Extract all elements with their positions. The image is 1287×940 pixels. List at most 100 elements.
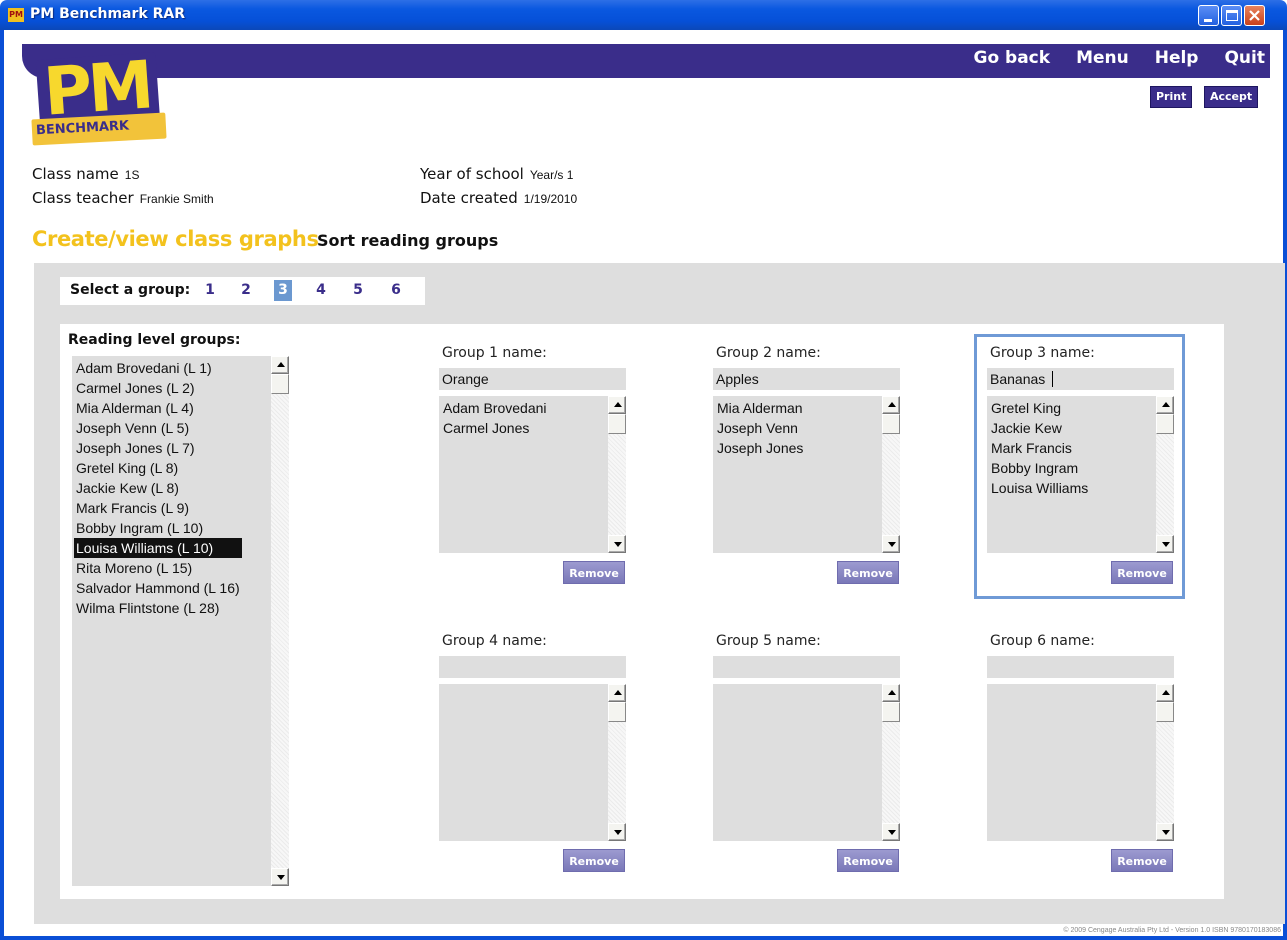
- list-item[interactable]: Joseph Jones: [715, 438, 805, 458]
- scroll-thumb[interactable]: [608, 414, 626, 434]
- group-4-member-list[interactable]: [439, 684, 626, 841]
- list-item[interactable]: Mia Alderman: [715, 398, 805, 418]
- group-number-3[interactable]: 3: [274, 280, 292, 301]
- list-item[interactable]: Jackie Kew (L 8): [74, 478, 242, 498]
- reading-level-list[interactable]: Adam Brovedani (L 1) Carmel Jones (L 2) …: [72, 356, 289, 886]
- quit-link[interactable]: Quit: [1224, 48, 1265, 68]
- list-item[interactable]: Salvador Hammond (L 16): [74, 578, 242, 598]
- group-number-6[interactable]: 6: [387, 280, 405, 301]
- vertical-scrollbar[interactable]: [608, 684, 626, 841]
- scroll-down-icon: [888, 542, 896, 547]
- list-item[interactable]: Carmel Jones: [441, 418, 549, 438]
- print-button[interactable]: Print: [1150, 86, 1193, 108]
- group-1-name-input[interactable]: Orange: [439, 368, 626, 390]
- header-nav: Go back Menu Help Quit: [973, 48, 1265, 68]
- group-3-name-label: Group 3 name:: [990, 345, 1095, 361]
- vertical-scrollbar[interactable]: [1156, 396, 1174, 553]
- scroll-thumb[interactable]: [1156, 414, 1174, 434]
- scroll-thumb[interactable]: [608, 702, 626, 722]
- scroll-down-icon: [614, 542, 622, 547]
- list-item[interactable]: Joseph Venn: [715, 418, 805, 438]
- list-item[interactable]: Joseph Jones (L 7): [74, 438, 242, 458]
- list-item[interactable]: Bobby Ingram: [989, 458, 1090, 478]
- scroll-down-button[interactable]: [882, 823, 900, 841]
- scroll-down-icon: [614, 830, 622, 835]
- tab-create-view-graphs[interactable]: Create/view class graphs: [32, 227, 319, 251]
- vertical-scrollbar[interactable]: [608, 396, 626, 553]
- group-5-name-label: Group 5 name:: [716, 633, 821, 649]
- list-item[interactable]: Louisa Williams: [989, 478, 1090, 498]
- list-item[interactable]: Mia Alderman (L 4): [74, 398, 242, 418]
- scroll-down-button[interactable]: [1156, 535, 1174, 553]
- group-5-remove-button[interactable]: Remove: [837, 849, 899, 872]
- group-1-member-list[interactable]: Adam Brovedani Carmel Jones: [439, 396, 626, 553]
- group-6-name-input[interactable]: [987, 656, 1174, 678]
- scroll-up-button[interactable]: [271, 356, 289, 374]
- tab-sort-reading-groups[interactable]: Sort reading groups: [317, 231, 498, 250]
- scroll-down-button[interactable]: [1156, 823, 1174, 841]
- group-3-name-input[interactable]: Bananas: [987, 368, 1174, 390]
- group-3-member-list[interactable]: Gretel King Jackie Kew Mark Francis Bobby I…: [987, 396, 1174, 553]
- group-2-remove-button[interactable]: Remove: [837, 561, 899, 584]
- accept-button[interactable]: Accept: [1204, 86, 1259, 108]
- scroll-thumb[interactable]: [882, 702, 900, 722]
- group-6-member-list[interactable]: [987, 684, 1174, 841]
- scroll-up-button[interactable]: [608, 684, 626, 702]
- group-2-name-input[interactable]: Apples: [713, 368, 900, 390]
- scroll-up-button[interactable]: [882, 396, 900, 414]
- vertical-scrollbar[interactable]: [1156, 684, 1174, 841]
- group-number-1[interactable]: 1: [201, 280, 219, 301]
- list-item[interactable]: Gretel King (L 8): [74, 458, 242, 478]
- group-number-2[interactable]: 2: [237, 280, 255, 301]
- list-item[interactable]: Louisa Williams (L 10): [74, 538, 242, 558]
- scroll-down-button[interactable]: [608, 535, 626, 553]
- scroll-down-button[interactable]: [882, 535, 900, 553]
- scroll-down-button[interactable]: [271, 868, 289, 886]
- close-button[interactable]: [1244, 5, 1265, 26]
- group-4-name-input[interactable]: [439, 656, 626, 678]
- maximize-button[interactable]: [1221, 5, 1242, 26]
- list-item[interactable]: Gretel King: [989, 398, 1090, 418]
- list-item[interactable]: Mark Francis: [989, 438, 1090, 458]
- list-item[interactable]: Carmel Jones (L 2): [74, 378, 242, 398]
- vertical-scrollbar[interactable]: [882, 396, 900, 553]
- group-6-remove-button[interactable]: Remove: [1111, 849, 1173, 872]
- list-item[interactable]: Rita Moreno (L 15): [74, 558, 242, 578]
- group-3-remove-button[interactable]: Remove: [1111, 561, 1173, 584]
- group-4-remove-button[interactable]: Remove: [563, 849, 625, 872]
- group-2-name-label: Group 2 name:: [716, 345, 821, 361]
- list-item[interactable]: Bobby Ingram (L 10): [74, 518, 242, 538]
- date-value: 1/19/2010: [523, 192, 578, 206]
- help-link[interactable]: Help: [1155, 48, 1199, 68]
- group-number-5[interactable]: 5: [349, 280, 367, 301]
- close-icon: [1249, 10, 1260, 21]
- list-item[interactable]: Jackie Kew: [989, 418, 1090, 438]
- group-6-name-label: Group 6 name:: [990, 633, 1095, 649]
- go-back-link[interactable]: Go back: [973, 48, 1050, 68]
- group-5-name-input[interactable]: [713, 656, 900, 678]
- scroll-up-button[interactable]: [882, 684, 900, 702]
- list-item[interactable]: Adam Brovedani: [441, 398, 549, 418]
- scroll-up-button[interactable]: [608, 396, 626, 414]
- year-value: Year/s 1: [529, 168, 574, 182]
- menu-link[interactable]: Menu: [1076, 48, 1129, 68]
- scroll-up-button[interactable]: [1156, 396, 1174, 414]
- group-2-member-list[interactable]: Mia Alderman Joseph Venn Joseph Jones: [713, 396, 900, 553]
- group-5-member-list[interactable]: [713, 684, 900, 841]
- list-item[interactable]: Adam Brovedani (L 1): [74, 358, 242, 378]
- group-number-4[interactable]: 4: [312, 280, 330, 301]
- group-1-remove-button[interactable]: Remove: [563, 561, 625, 584]
- vertical-scrollbar[interactable]: [271, 356, 289, 886]
- scroll-up-icon: [614, 402, 622, 407]
- scroll-thumb[interactable]: [882, 414, 900, 434]
- scroll-up-button[interactable]: [1156, 684, 1174, 702]
- scroll-thumb[interactable]: [1156, 702, 1174, 722]
- minimize-button[interactable]: [1198, 5, 1219, 26]
- scroll-thumb[interactable]: [271, 374, 289, 394]
- list-item[interactable]: Joseph Venn (L 5): [74, 418, 242, 438]
- vertical-scrollbar[interactable]: [882, 684, 900, 841]
- scroll-down-button[interactable]: [608, 823, 626, 841]
- list-item[interactable]: Wilma Flintstone (L 28): [74, 598, 242, 618]
- class-teacher-row: Class teacher Frankie Smith: [32, 189, 214, 207]
- list-item[interactable]: Mark Francis (L 9): [74, 498, 242, 518]
